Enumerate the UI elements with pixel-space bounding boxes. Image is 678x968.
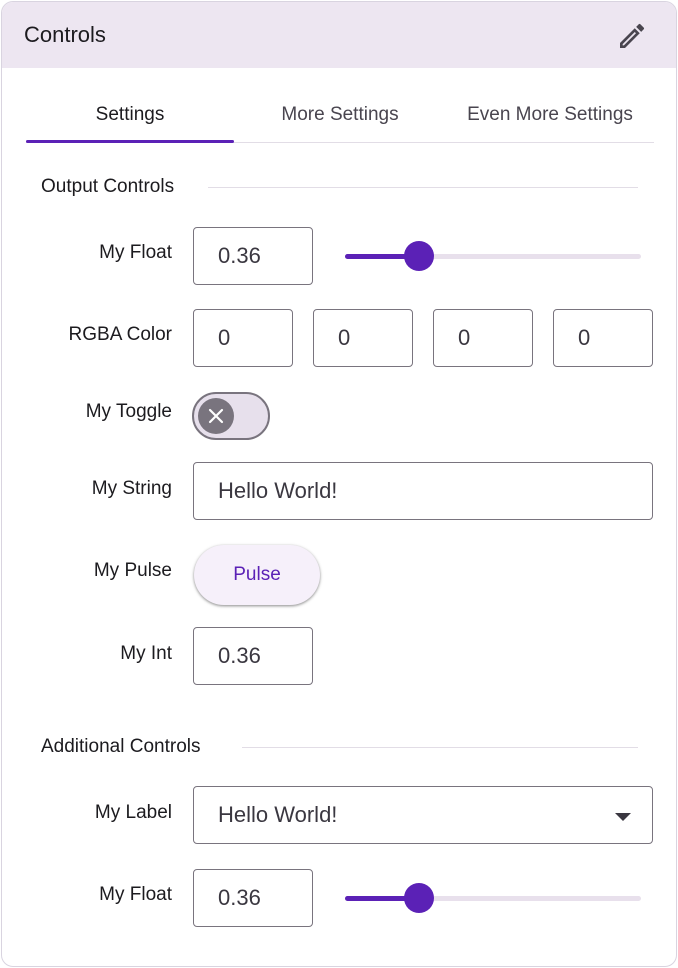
my-float-input[interactable]: 0.36 bbox=[193, 227, 313, 285]
tab-bar: Settings More Settings Even More Setting… bbox=[26, 90, 654, 143]
my-label-label: My Label bbox=[94, 802, 172, 823]
rgba-r-input[interactable]: 0 bbox=[193, 309, 293, 367]
my-float-slider[interactable] bbox=[345, 241, 641, 271]
my-toggle-switch[interactable] bbox=[192, 392, 270, 440]
tab-even-more-settings[interactable]: Even More Settings bbox=[446, 90, 654, 140]
pulse-button[interactable]: Pulse bbox=[194, 545, 320, 605]
tab-more-settings[interactable]: More Settings bbox=[236, 90, 444, 140]
rgba-b-input[interactable]: 0 bbox=[433, 309, 533, 367]
panel-title: Controls bbox=[24, 22, 106, 47]
tab-label: Even More Settings bbox=[467, 104, 633, 125]
my-toggle-label: My Toggle bbox=[85, 401, 172, 422]
pencil-icon bbox=[620, 23, 645, 48]
panel-header: Controls bbox=[2, 2, 676, 68]
rgba-a-input[interactable]: 0 bbox=[553, 309, 653, 367]
tab-label: Settings bbox=[95, 104, 165, 125]
controls-panel: Controls Settings More Settings Even Mor… bbox=[1, 1, 677, 967]
rgba-color-label: RGBA Color bbox=[68, 324, 172, 345]
my-string-input[interactable]: Hello World! bbox=[193, 462, 653, 520]
toggle-knob bbox=[198, 398, 234, 434]
slider-thumb[interactable] bbox=[404, 883, 434, 913]
tab-label: More Settings bbox=[281, 104, 399, 125]
select-value: Hello World! bbox=[218, 802, 338, 827]
close-icon bbox=[208, 408, 224, 424]
my-int-label: My Int bbox=[120, 643, 172, 664]
tab-settings[interactable]: Settings bbox=[26, 90, 234, 140]
rgba-g-input[interactable]: 0 bbox=[313, 309, 413, 367]
my-float-2-slider[interactable] bbox=[345, 883, 641, 913]
my-pulse-label: My Pulse bbox=[93, 560, 172, 581]
section-title-additional-controls: Additional Controls bbox=[41, 736, 201, 757]
my-float-2-input[interactable]: 0.36 bbox=[193, 869, 313, 927]
my-label-select[interactable]: Hello World! bbox=[193, 786, 653, 844]
chevron-down-icon[interactable] bbox=[615, 813, 631, 821]
pulse-button-label: Pulse bbox=[233, 564, 281, 585]
slider-thumb[interactable] bbox=[404, 241, 434, 271]
active-tab-indicator bbox=[26, 140, 234, 143]
section-title-output-controls: Output Controls bbox=[41, 176, 175, 197]
section-divider bbox=[242, 747, 638, 748]
my-float-label: My Float bbox=[99, 242, 172, 263]
my-int-input[interactable]: 0.36 bbox=[193, 627, 313, 685]
edit-button[interactable] bbox=[616, 20, 648, 52]
my-float-2-label: My Float bbox=[99, 884, 172, 905]
section-divider bbox=[208, 187, 638, 188]
my-string-label: My String bbox=[91, 478, 172, 499]
